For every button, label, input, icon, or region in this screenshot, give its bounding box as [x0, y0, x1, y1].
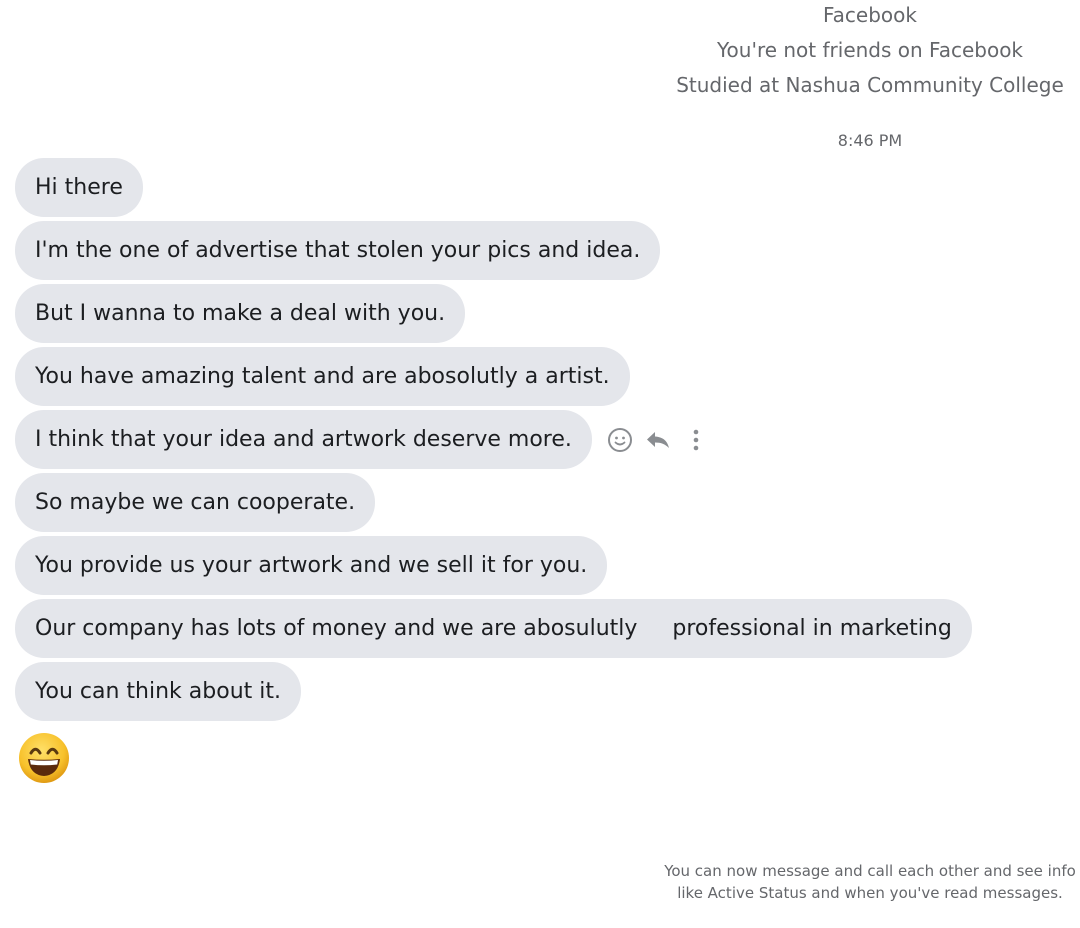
message-row: Hi there: [15, 158, 143, 217]
message-row: You can think about it.: [15, 662, 301, 721]
message-row: Our company has lots of money and we are…: [15, 599, 972, 658]
message-row: But I wanna to make a deal with you.: [15, 284, 466, 343]
more-options-icon[interactable]: [682, 426, 710, 454]
message-actions: [606, 426, 710, 454]
message-thread: Hi there I'm the one of advertise that s…: [15, 158, 972, 785]
profile-source: Facebook: [823, 3, 917, 27]
message-row: You provide us your artwork and we sell …: [15, 536, 608, 595]
message-timestamp: 8:46 PM: [837, 131, 903, 150]
message-bubble[interactable]: But I wanna to make a deal with you.: [15, 284, 466, 343]
message-row-hovered: I think that your idea and artwork deser…: [15, 410, 710, 469]
message-row: So maybe we can cooperate.: [15, 473, 376, 532]
message-bubble[interactable]: You can think about it.: [15, 662, 301, 721]
education-info: Studied at Nashua Community College: [676, 73, 1064, 97]
message-bubble[interactable]: You have amazing talent and are abosolut…: [15, 347, 630, 406]
message-bubble[interactable]: I'm the one of advertise that stolen you…: [15, 221, 661, 280]
message-row: I'm the one of advertise that stolen you…: [15, 221, 661, 280]
reply-icon[interactable]: [644, 426, 672, 454]
profile-info: Facebook You're not friends on Facebook …: [660, 0, 1080, 105]
react-smiley-icon[interactable]: [606, 426, 634, 454]
message-bubble[interactable]: You provide us your artwork and we sell …: [15, 536, 608, 595]
message-row: You have amazing talent and are abosolut…: [15, 347, 630, 406]
message-bubble[interactable]: I think that your idea and artwork deser…: [15, 410, 592, 469]
message-bubble[interactable]: Hi there: [15, 158, 143, 217]
grinning-smiling-eyes-emoji-icon[interactable]: [17, 731, 71, 785]
friend-status: You're not friends on Facebook: [716, 38, 1024, 62]
connection-notice: You can now message and call each other …: [664, 862, 1076, 902]
message-bubble[interactable]: So maybe we can cooperate.: [15, 473, 376, 532]
message-bubble[interactable]: Our company has lots of money and we are…: [15, 599, 972, 658]
